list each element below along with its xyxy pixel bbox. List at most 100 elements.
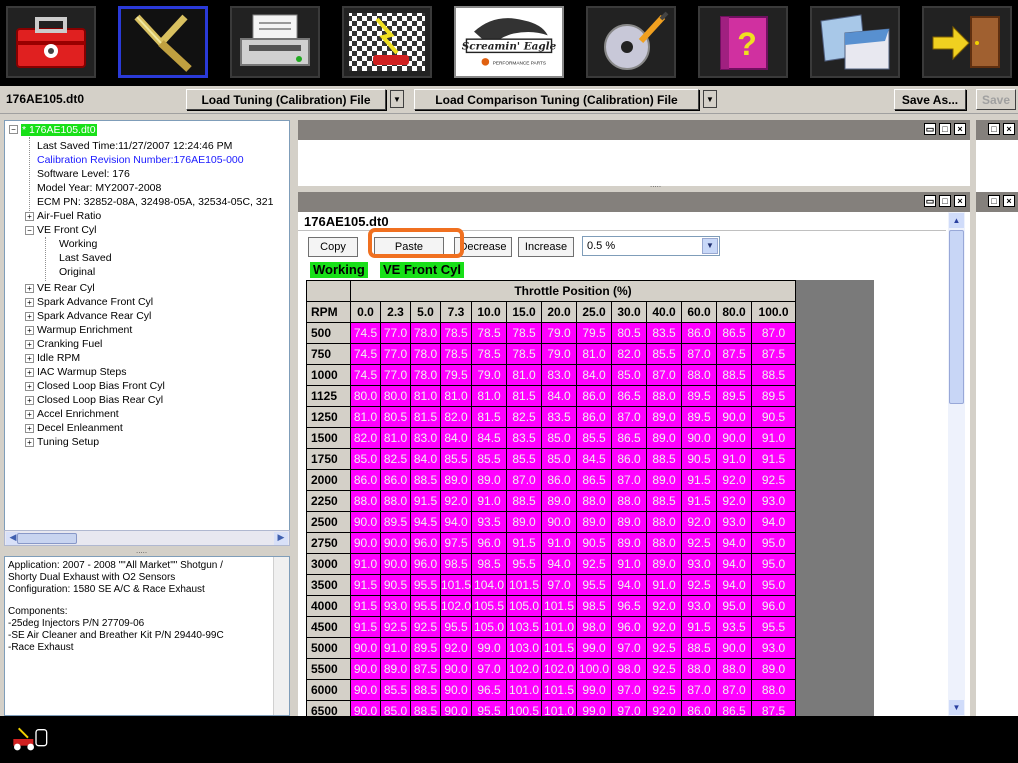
- ve-cell[interactable]: 99.0: [576, 679, 613, 701]
- ve-cell[interactable]: 78.5: [471, 343, 508, 365]
- restore-window-icon[interactable]: ▭: [924, 123, 936, 135]
- ve-cell[interactable]: 77.0: [380, 343, 411, 365]
- ve-cell[interactable]: 96.0: [751, 595, 797, 617]
- ve-cell[interactable]: 91.5: [350, 595, 381, 617]
- ve-cell[interactable]: 85.5: [646, 343, 683, 365]
- ve-cell[interactable]: 90.0: [716, 427, 753, 449]
- ve-cell[interactable]: 90.0: [350, 637, 381, 659]
- expand-icon[interactable]: +: [25, 284, 34, 293]
- ve-cell[interactable]: 89.5: [751, 385, 797, 407]
- close-window-icon[interactable]: ×: [1003, 195, 1015, 207]
- ve-cell[interactable]: 91.5: [681, 490, 718, 512]
- close-window-icon[interactable]: ×: [954, 123, 966, 135]
- ve-cell[interactable]: 92.5: [576, 553, 613, 575]
- ve-cell[interactable]: 83.5: [541, 406, 578, 428]
- ve-cell[interactable]: 104.0: [471, 574, 508, 596]
- ve-cell[interactable]: 88.0: [681, 364, 718, 386]
- ve-cell[interactable]: 77.0: [380, 364, 411, 386]
- ve-cell[interactable]: 90.0: [350, 511, 381, 533]
- ve-cell[interactable]: 99.0: [576, 700, 613, 716]
- ve-cell[interactable]: 79.0: [541, 322, 578, 344]
- ve-cell[interactable]: 98.5: [439, 553, 473, 575]
- ve-cell[interactable]: 90.0: [350, 658, 381, 680]
- ve-cell[interactable]: 92.5: [646, 679, 683, 701]
- ve-cell[interactable]: 96.0: [410, 532, 441, 554]
- ve-cell[interactable]: 101.5: [541, 595, 578, 617]
- ve-cell[interactable]: 101.5: [506, 574, 543, 596]
- ve-cell[interactable]: 89.0: [646, 406, 683, 428]
- ve-cell[interactable]: 89.5: [716, 385, 753, 407]
- ve-cell[interactable]: 96.5: [471, 679, 508, 701]
- ve-cell[interactable]: 93.0: [681, 553, 718, 575]
- ve-cell[interactable]: 79.5: [439, 364, 473, 386]
- tree-item-working[interactable]: Working: [59, 237, 97, 251]
- ve-cell[interactable]: 89.0: [646, 553, 683, 575]
- load-comparison-dropdown[interactable]: ▼: [703, 90, 717, 108]
- ve-cell[interactable]: 91.5: [350, 574, 381, 596]
- ve-cell[interactable]: 90.5: [681, 448, 718, 470]
- ve-cell[interactable]: 101.0: [541, 616, 578, 638]
- ve-cell[interactable]: 74.5: [350, 343, 381, 365]
- ve-cell[interactable]: 94.0: [541, 553, 578, 575]
- ve-cell[interactable]: 88.5: [646, 448, 683, 470]
- race-button[interactable]: [342, 6, 432, 78]
- ve-cell[interactable]: 81.0: [439, 385, 473, 407]
- ve-cell[interactable]: 90.0: [350, 700, 381, 716]
- ve-cell[interactable]: 80.0: [350, 385, 381, 407]
- flash-button[interactable]: [586, 6, 676, 78]
- ve-cell[interactable]: 92.0: [439, 490, 473, 512]
- ve-cell[interactable]: 83.5: [506, 427, 543, 449]
- ve-table[interactable]: Throttle Position (%) RPM 0.0 2.3 5.0 7.3 10…: [306, 280, 797, 716]
- ve-cell[interactable]: 91.0: [716, 448, 753, 470]
- ve-cell[interactable]: 87.0: [681, 343, 718, 365]
- ve-cell[interactable]: 96.5: [611, 595, 648, 617]
- ve-cell[interactable]: 102.0: [506, 658, 543, 680]
- ve-cell[interactable]: 97.0: [471, 658, 508, 680]
- ve-cell[interactable]: 89.0: [646, 469, 683, 491]
- ve-cell[interactable]: 89.5: [410, 637, 441, 659]
- save-button[interactable]: Save: [976, 89, 1016, 110]
- ve-cell[interactable]: 105.5: [471, 595, 508, 617]
- ve-cell[interactable]: 97.0: [541, 574, 578, 596]
- ve-cell[interactable]: 83.0: [410, 427, 441, 449]
- ve-cell[interactable]: 94.0: [716, 553, 753, 575]
- ve-cell[interactable]: 88.0: [380, 490, 411, 512]
- ve-cell[interactable]: 89.0: [751, 658, 797, 680]
- expand-icon[interactable]: +: [25, 410, 34, 419]
- ve-cell[interactable]: 85.0: [541, 427, 578, 449]
- tree-item-tuning-setup[interactable]: Tuning Setup: [37, 435, 99, 449]
- ve-cell[interactable]: 81.5: [471, 406, 508, 428]
- ve-cell[interactable]: 101.0: [541, 700, 578, 716]
- ve-cell[interactable]: 84.0: [541, 385, 578, 407]
- ve-cell[interactable]: 88.5: [716, 364, 753, 386]
- collapse-icon[interactable]: −: [9, 125, 18, 134]
- tree-item-idle-rpm[interactable]: Idle RPM: [37, 351, 80, 365]
- ve-cell[interactable]: 86.5: [611, 385, 648, 407]
- ve-cell[interactable]: 94.0: [751, 511, 797, 533]
- ve-cell[interactable]: 85.5: [471, 448, 508, 470]
- ve-cell[interactable]: 85.0: [380, 700, 411, 716]
- ve-cell[interactable]: 89.0: [541, 490, 578, 512]
- ve-cell[interactable]: 89.0: [611, 532, 648, 554]
- ve-cell[interactable]: 86.5: [576, 469, 613, 491]
- expand-icon[interactable]: +: [25, 212, 34, 221]
- ve-cell[interactable]: 88.0: [646, 511, 683, 533]
- ve-cell[interactable]: 88.0: [646, 385, 683, 407]
- ve-cell[interactable]: 92.0: [439, 637, 473, 659]
- ve-cell[interactable]: 103.5: [506, 616, 543, 638]
- tree-item-air-fuel-ratio[interactable]: Air-Fuel Ratio: [37, 209, 101, 223]
- load-tuning-file-button[interactable]: Load Tuning (Calibration) File: [186, 89, 386, 110]
- ve-cell[interactable]: 89.5: [681, 406, 718, 428]
- ve-cell[interactable]: 80.0: [380, 385, 411, 407]
- ve-cell[interactable]: 89.0: [439, 469, 473, 491]
- ve-table-grid[interactable]: Throttle Position (%) RPM 0.0 2.3 5.0 7.3 10…: [306, 280, 874, 716]
- ve-cell[interactable]: 95.5: [410, 574, 441, 596]
- ve-cell[interactable]: 86.5: [716, 700, 753, 716]
- ve-cell[interactable]: 95.0: [716, 595, 753, 617]
- ve-cell[interactable]: 81.0: [380, 427, 411, 449]
- ve-cell[interactable]: 91.0: [541, 532, 578, 554]
- load-comparison-file-button[interactable]: Load Comparison Tuning (Calibration) Fil…: [414, 89, 699, 110]
- ve-cell[interactable]: 85.0: [611, 364, 648, 386]
- ve-cell[interactable]: 87.0: [506, 469, 543, 491]
- tree-item-warmup-enrichment[interactable]: Warmup Enrichment: [37, 323, 132, 337]
